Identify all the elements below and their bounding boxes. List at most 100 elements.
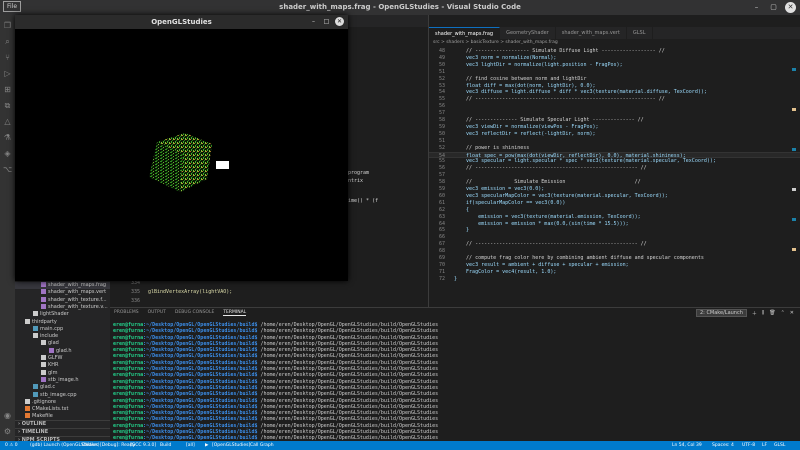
cmake-icon[interactable]: △ bbox=[3, 117, 12, 126]
panel-tab-terminal[interactable]: TERMINAL bbox=[223, 310, 247, 316]
sidebar-section-outline[interactable]: › OUTLINE bbox=[15, 420, 110, 427]
panel-tab-output[interactable]: OUTPUT bbox=[148, 310, 166, 316]
extensions-icon[interactable]: ⊞ bbox=[3, 85, 12, 94]
render-canvas[interactable] bbox=[15, 29, 348, 281]
status-item-right[interactable]: Ln 54, Col 39 bbox=[672, 441, 702, 450]
maximize-icon[interactable]: □ bbox=[322, 17, 331, 26]
panel-tab-problems[interactable]: PROBLEMS bbox=[114, 310, 139, 316]
file-tree-item[interactable]: thirdparty bbox=[15, 318, 110, 326]
code-row: 56 // ----------------------------------… bbox=[429, 165, 800, 171]
panel-tab-debug-console[interactable]: DEBUG CONSOLE bbox=[175, 310, 214, 316]
status-item-left[interactable]: 0 ⚠ 0 bbox=[5, 441, 18, 450]
right-editor-group[interactable]: shader_with_maps.frag GeometryShader shade… bbox=[428, 15, 800, 307]
split-terminal-icon[interactable]: ⫼ bbox=[762, 310, 764, 316]
status-item-left[interactable]: [all] bbox=[186, 441, 195, 450]
close-panel-icon[interactable]: ✕ bbox=[790, 310, 794, 316]
file-tree-item[interactable]: KHR bbox=[15, 362, 110, 369]
line-number: 67 bbox=[438, 241, 445, 248]
file-icon bbox=[41, 376, 46, 382]
account-icon[interactable]: ◉ bbox=[3, 411, 12, 420]
testing-icon[interactable]: ⚗ bbox=[3, 133, 12, 142]
code-line: // compute frag color here by combining … bbox=[454, 255, 704, 261]
remote-icon[interactable]: ⧉ bbox=[3, 101, 12, 110]
run-debug-icon[interactable]: ▷ bbox=[3, 69, 12, 78]
status-item-left[interactable]: ▶ bbox=[205, 441, 208, 450]
line-number: 62 bbox=[438, 206, 445, 213]
file-tree-item[interactable]: glad.c bbox=[15, 384, 110, 391]
maximize-icon[interactable]: ▢ bbox=[768, 2, 779, 13]
editor-tab[interactable]: shader_with_maps.frag bbox=[429, 27, 501, 39]
file-tree-item[interactable]: glm bbox=[15, 369, 110, 377]
status-item-left[interactable]: [GCC 9.3.0] bbox=[130, 441, 156, 450]
trash-icon[interactable]: 🗑 bbox=[769, 310, 775, 316]
file-tree-item[interactable]: shader_with_texture.v... bbox=[15, 303, 110, 311]
code-line: float diff = max(dot(norm, lightDir), 0.… bbox=[454, 82, 596, 89]
file-tree-item[interactable]: stb_image.cpp bbox=[15, 391, 110, 399]
file-tree-item[interactable]: include bbox=[15, 333, 110, 340]
file-tree-label: include bbox=[40, 333, 59, 340]
file-tree-item[interactable]: shader_with_maps.frag bbox=[15, 282, 110, 289]
close-icon[interactable]: ✕ bbox=[335, 17, 344, 26]
terminal-selector[interactable]: 2: CMake/Launch bbox=[695, 309, 747, 317]
docker-icon[interactable]: ◈ bbox=[3, 149, 12, 158]
file-tree-item[interactable]: glad.h bbox=[15, 347, 110, 355]
editor-tab[interactable]: shader_with_maps.vert bbox=[556, 27, 627, 39]
status-item-right[interactable]: GLSL bbox=[774, 441, 785, 450]
line-number: 53 bbox=[438, 82, 445, 89]
file-tree-label: KHR bbox=[48, 362, 59, 369]
prompt-user: eren@furna bbox=[113, 410, 144, 417]
code-row: 58 // -------------- Simulate Specular L… bbox=[429, 117, 800, 123]
file-tree-item[interactable]: main.cpp bbox=[15, 325, 110, 333]
file-tree-label: stb_image.h bbox=[48, 376, 79, 383]
code-row: 57 bbox=[429, 172, 800, 178]
add-terminal-icon[interactable]: ＋ bbox=[752, 310, 757, 317]
file-tree-item[interactable]: glad bbox=[15, 340, 110, 347]
file-tree-item[interactable]: GLFW bbox=[15, 355, 110, 362]
editor-scrollbar[interactable] bbox=[792, 48, 796, 298]
minimize-icon[interactable]: – bbox=[309, 17, 318, 26]
git-graph-icon[interactable]: ⌥ bbox=[3, 165, 12, 174]
terminal-output[interactable]: eren@furna:~/Desktop/OpenGL/OpenGLStudie… bbox=[113, 322, 797, 450]
status-item-left[interactable]: Call Graph bbox=[250, 441, 274, 450]
prompt-path: :~/Desktop/OpenGL/OpenGLStudies/build$ bbox=[143, 410, 258, 417]
file-tree-item[interactable]: shader_with_maps.vert bbox=[15, 289, 110, 296]
file-tree-item[interactable]: .gitignore bbox=[15, 398, 110, 406]
explorer-icon[interactable]: ❐ bbox=[3, 21, 12, 30]
status-item-left[interactable]: Build bbox=[160, 441, 171, 450]
file-tree-item[interactable]: lightShader bbox=[15, 311, 110, 318]
editor-tab[interactable]: GeometryShader bbox=[500, 27, 556, 39]
opengl-window[interactable]: OpenGLStudies – □ ✕ bbox=[15, 15, 348, 281]
close-icon[interactable]: ✕ bbox=[785, 2, 796, 13]
code-view[interactable]: 48 // ------------------ Simulate Diffus… bbox=[429, 48, 800, 303]
file-icon bbox=[41, 282, 46, 287]
source-control-icon[interactable]: ⑂ bbox=[3, 53, 12, 62]
line-number: 64 bbox=[438, 220, 445, 227]
editor-tab[interactable]: GLSL bbox=[627, 27, 653, 39]
line-number: 50 bbox=[438, 61, 445, 68]
file-tree-item[interactable]: stb_image.h bbox=[15, 376, 110, 384]
prompt-path: :~/Desktop/OpenGL/OpenGLStudies/build$ bbox=[143, 422, 258, 429]
status-item-right[interactable]: Spaces: 4 bbox=[712, 441, 734, 450]
file-tree-item[interactable]: shader_with_texture.f... bbox=[15, 296, 110, 304]
status-item-right[interactable]: LF bbox=[762, 441, 767, 450]
status-item-left[interactable]: CMake: [Debug]: Ready bbox=[82, 441, 135, 450]
minimize-icon[interactable]: – bbox=[751, 2, 762, 13]
file-tree-item[interactable]: CMakeLists.txt bbox=[15, 406, 110, 413]
search-icon[interactable]: ⌕ bbox=[3, 37, 12, 46]
line-number: 58 bbox=[438, 117, 445, 123]
prompt-path: :~/Desktop/OpenGL/OpenGLStudies/build$ bbox=[143, 416, 258, 423]
sidebar-section-timeline[interactable]: › TIMELINE bbox=[15, 428, 110, 435]
status-item-left[interactable]: [OpenGLStudies] bbox=[212, 441, 250, 450]
maximize-panel-icon[interactable]: ⌃ bbox=[781, 310, 785, 316]
code-row: 54 vec3 diffuse = light.diffuse * diff *… bbox=[429, 89, 800, 95]
line-number: 55 bbox=[438, 158, 445, 165]
line-number: 52 bbox=[438, 144, 445, 151]
terminal-command: /home/eren/Desktop/OpenGL/OpenGLStudies/… bbox=[257, 397, 439, 404]
prompt-path: :~/Desktop/OpenGL/OpenGLStudies/build$ bbox=[143, 347, 258, 354]
status-item-right[interactable]: UTF-8 bbox=[742, 441, 755, 450]
file-tree-label: GLFW bbox=[48, 355, 63, 361]
breadcrumb[interactable]: src > shaders > basicTexture > shader_wi… bbox=[433, 40, 558, 45]
code-line: vec3 specularMapColor = vec3(texture(mat… bbox=[454, 192, 668, 199]
terminal-command: /home/eren/Desktop/OpenGL/OpenGLStudies/… bbox=[257, 378, 439, 385]
settings-gear-icon[interactable]: ⚙ bbox=[3, 427, 12, 436]
